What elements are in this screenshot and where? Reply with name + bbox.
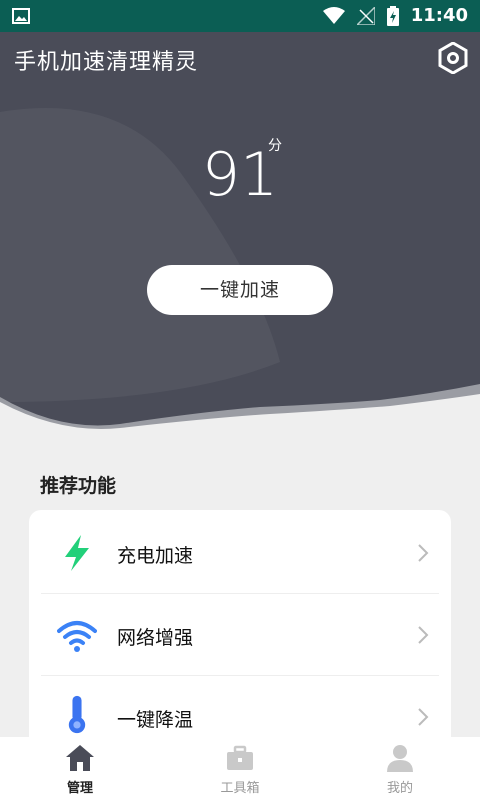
status-icons: 11:40	[322, 0, 468, 32]
tab-toolbox[interactable]: 工具箱	[160, 737, 320, 800]
chevron-right-icon	[418, 708, 429, 726]
score-value: 91	[201, 140, 279, 210]
clock: 11:40	[410, 5, 468, 26]
home-icon	[66, 745, 94, 771]
list-item-label: 一键降温	[117, 709, 194, 731]
list-item-network-boost[interactable]: 网络增强	[29, 594, 451, 676]
list-item-label: 充电加速	[117, 545, 194, 567]
recommend-card: 充电加速 网络增强 一键降温	[29, 510, 451, 750]
tab-label: 工具箱	[220, 781, 260, 796]
tab-label: 我的	[386, 781, 413, 796]
battery-charging-icon	[386, 6, 399, 26]
list-item-label: 网络增强	[117, 627, 194, 649]
image-notification-icon	[12, 8, 30, 24]
wifi-signal-icon	[322, 7, 345, 24]
tab-manage[interactable]: 管理	[0, 737, 160, 800]
one-key-boost-button[interactable]: 一键加速	[147, 265, 333, 315]
toolbox-icon	[227, 745, 253, 770]
chevron-right-icon	[418, 626, 429, 644]
bottom-nav: 管理 工具箱 我的	[0, 737, 480, 800]
section-title: 推荐功能	[40, 475, 117, 497]
status-bar: 11:40	[0, 0, 480, 32]
score-unit: 分	[268, 138, 282, 154]
tab-label: 管理	[66, 781, 93, 796]
settings-icon[interactable]	[438, 42, 468, 74]
thermometer-icon	[68, 695, 86, 734]
score-display: 91	[0, 145, 480, 205]
list-item-charge-boost[interactable]: 充电加速	[29, 512, 451, 594]
cell-signal-icon	[356, 7, 375, 25]
chevron-right-icon	[418, 544, 429, 562]
lightning-icon	[65, 535, 89, 571]
user-icon	[387, 745, 413, 772]
hero-background	[0, 32, 480, 432]
app-title: 手机加速清理精灵	[14, 50, 199, 75]
tab-mine[interactable]: 我的	[320, 737, 480, 800]
wifi-icon	[57, 621, 97, 652]
